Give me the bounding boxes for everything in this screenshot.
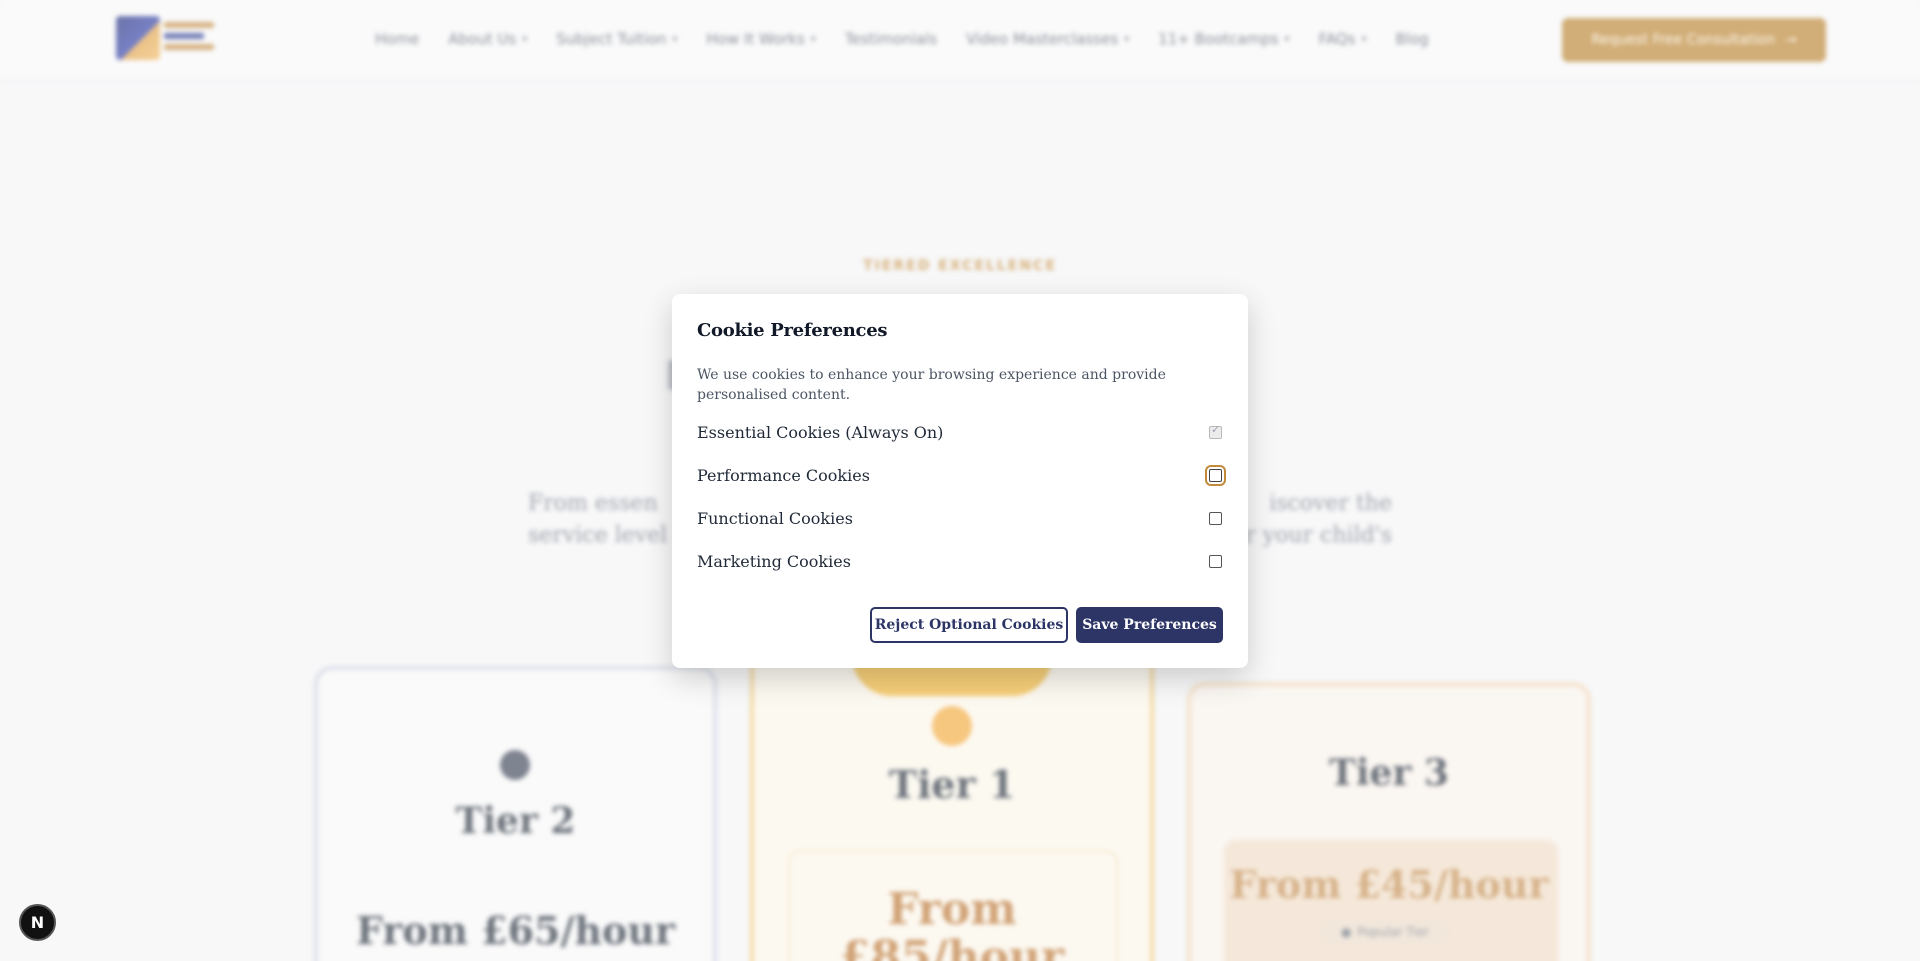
cookie-option-marketing: Marketing Cookies bbox=[697, 549, 1223, 573]
cookie-option-label: Functional Cookies bbox=[697, 508, 853, 528]
essential-cookies-checkbox bbox=[1209, 423, 1222, 439]
cookie-option-label: Performance Cookies bbox=[697, 465, 870, 485]
dialog-title: Cookie Preferences bbox=[697, 320, 888, 341]
cookie-option-label: Essential Cookies (Always On) bbox=[697, 422, 944, 442]
cookie-option-label: Marketing Cookies bbox=[697, 551, 851, 571]
functional-cookies-checkbox[interactable] bbox=[1209, 511, 1222, 525]
reject-optional-cookies-button[interactable]: Reject Optional Cookies bbox=[870, 607, 1068, 643]
dialog-description: We use cookies to enhance your browsing … bbox=[697, 367, 1166, 403]
cookie-option-functional: Functional Cookies bbox=[697, 506, 1223, 530]
cookie-option-performance: Performance Cookies bbox=[697, 463, 1226, 487]
marketing-cookies-checkbox[interactable] bbox=[1209, 554, 1222, 568]
cookie-option-essential: Essential Cookies (Always On) bbox=[697, 420, 1223, 444]
performance-cookies-checkbox[interactable] bbox=[1205, 464, 1226, 486]
dialog-actions: Reject Optional Cookies Save Preferences bbox=[870, 607, 1223, 643]
cookie-preferences-dialog: Cookie Preferences We use cookies to enh… bbox=[672, 294, 1248, 668]
dev-tools-badge[interactable]: N bbox=[19, 904, 56, 941]
save-preferences-button[interactable]: Save Preferences bbox=[1076, 607, 1223, 643]
